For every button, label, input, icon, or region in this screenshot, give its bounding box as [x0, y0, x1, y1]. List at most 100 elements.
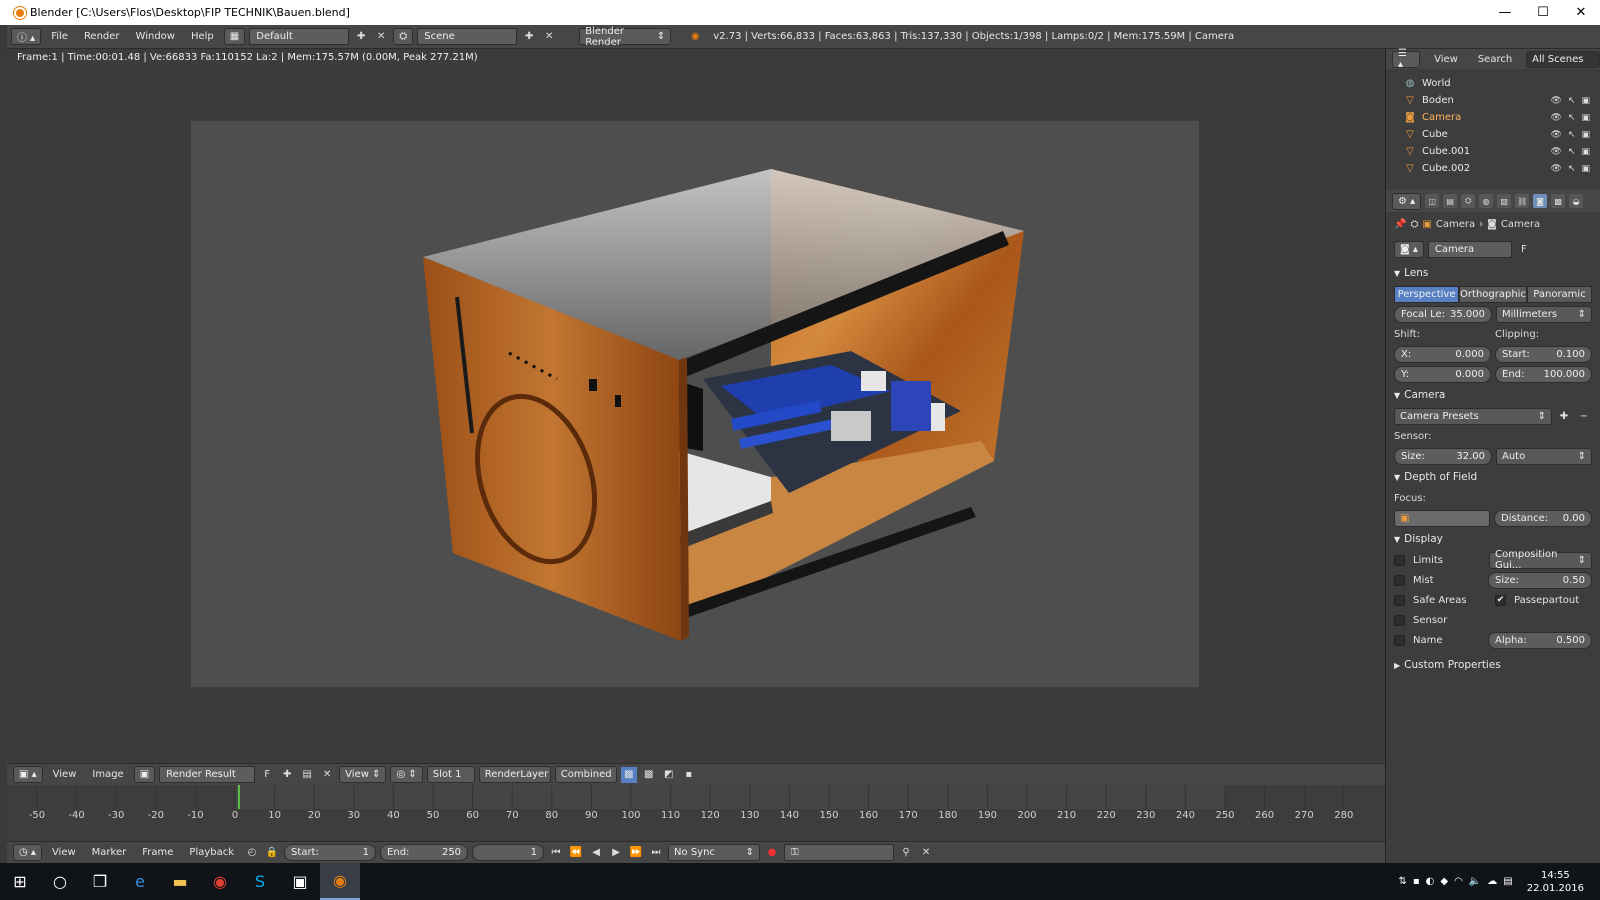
maximize-button[interactable]: ☐: [1524, 5, 1562, 20]
delete-keyframe-icon[interactable]: ✕: [918, 845, 934, 861]
safe-areas-checkbox[interactable]: Safe Areas: [1394, 594, 1491, 606]
fake-user-button[interactable]: F: [259, 767, 275, 783]
image-editor-area[interactable]: Frame:1 | Time:00:01.48 | Ve:66833 Fa:11…: [7, 49, 1385, 763]
add-scene-icon[interactable]: ✚: [521, 29, 537, 45]
render-icon[interactable]: ▣: [1581, 164, 1590, 174]
sensor-checkbox[interactable]: Sensor: [1394, 614, 1491, 626]
timeline-grid[interactable]: -50 -40 -30 -20 -10 0 10 20 30 40 50 60 70 80 90 100 110…: [7, 785, 1385, 825]
render-icon[interactable]: ▣: [1581, 96, 1590, 106]
insert-keyframe-icon[interactable]: ⚲: [898, 845, 914, 861]
outliner-item-cube001[interactable]: ▽ Cube.001 👁 ↖ ▣: [1386, 143, 1600, 160]
tray-steam-icon[interactable]: ◐: [1426, 876, 1435, 887]
eye-icon[interactable]: 👁: [1551, 113, 1562, 123]
name-checkbox[interactable]: Name: [1394, 634, 1484, 646]
lock-range-icon[interactable]: 🔒: [264, 845, 280, 861]
record-icon[interactable]: ●: [764, 845, 780, 861]
constraints-tab-icon[interactable]: ⛓: [1515, 194, 1530, 208]
outliner-item-camera[interactable]: ◙ Camera 👁 ↖ ▣: [1386, 109, 1600, 126]
render-engine-select[interactable]: Blender Render ⇕: [579, 26, 672, 48]
outliner-item-cube002[interactable]: ▽ Cube.002 👁 ↖ ▣: [1386, 160, 1600, 177]
cortana-search-icon[interactable]: ○: [40, 863, 80, 900]
shift-x-field[interactable]: X: 0.000: [1394, 345, 1491, 363]
screen-layout-field[interactable]: Default: [249, 28, 350, 45]
minimize-button[interactable]: —: [1486, 5, 1524, 20]
clip-start-field[interactable]: Start: 0.100: [1495, 345, 1592, 363]
orthographic-button[interactable]: Orthographic: [1459, 285, 1527, 303]
draw-rgb-icon[interactable]: ▩: [641, 767, 657, 783]
layers-tab-icon[interactable]: ▤: [1443, 194, 1458, 208]
shift-y-field[interactable]: Y: 0.000: [1394, 365, 1491, 383]
composition-guides-select[interactable]: Composition Gui... ⇕: [1489, 549, 1592, 571]
editor-type-outliner-icon[interactable]: ☰ ▴: [1392, 48, 1421, 70]
add-preset-icon[interactable]: ✚: [1556, 408, 1572, 424]
camera-presets-select[interactable]: Camera Presets ⇕: [1394, 407, 1552, 425]
editor-type-properties-icon[interactable]: ⚙ ▴: [1392, 192, 1422, 210]
open-image-icon[interactable]: ▤: [299, 767, 315, 783]
sync-select[interactable]: No Sync ⇕: [668, 844, 761, 861]
focal-length-field[interactable]: Focal Le: 35.000: [1394, 305, 1492, 323]
mist-checkbox[interactable]: Mist: [1394, 574, 1484, 586]
remove-preset-icon[interactable]: −: [1576, 408, 1592, 424]
menu-view[interactable]: View: [47, 769, 83, 780]
display-size-field[interactable]: Size: 0.50: [1488, 571, 1592, 589]
draw-alpha-icon[interactable]: ◩: [661, 767, 677, 783]
outliner-item-world[interactable]: ◍ World: [1386, 75, 1600, 92]
epic-launcher-icon[interactable]: ▣: [280, 863, 320, 900]
eye-icon[interactable]: 👁: [1551, 130, 1562, 140]
render-tab-icon[interactable]: ◫: [1425, 194, 1440, 208]
add-layout-icon[interactable]: ✚: [353, 29, 369, 45]
outliner-menu-view[interactable]: View: [1428, 54, 1464, 65]
cursor-icon[interactable]: ↖: [1568, 164, 1576, 174]
remove-layout-icon[interactable]: ✕: [373, 29, 389, 45]
sensor-fit-select[interactable]: Auto ⇕: [1496, 447, 1592, 465]
scene-field[interactable]: Scene: [417, 28, 518, 45]
custom-properties-header[interactable]: ▶ Custom Properties: [1386, 654, 1600, 676]
chrome-icon[interactable]: ◉: [200, 863, 240, 900]
renderlayer-select[interactable]: RenderLayer: [478, 766, 551, 783]
outliner-item-cube[interactable]: ▽ Cube 👁 ↖ ▣: [1386, 126, 1600, 143]
camera-data-tab-icon[interactable]: ◙: [1533, 194, 1548, 208]
cursor-icon[interactable]: ↖: [1568, 147, 1576, 157]
skype-icon[interactable]: S: [240, 863, 280, 900]
eye-icon[interactable]: 👁: [1551, 147, 1562, 157]
sensor-size-field[interactable]: Size: 32.00: [1394, 447, 1492, 465]
scene-tab-icon[interactable]: ⛭: [1461, 194, 1476, 208]
preview-range-icon[interactable]: ◴: [244, 845, 260, 861]
pin-icon[interactable]: 📌: [1394, 219, 1406, 230]
camera-section-header[interactable]: ▼ Camera: [1386, 384, 1600, 406]
outliner-filter-select[interactable]: All Scenes: [1526, 50, 1600, 68]
outliner-item-boden[interactable]: ▽ Boden 👁 ↖ ▣: [1386, 92, 1600, 109]
menu-render[interactable]: Render: [78, 31, 126, 42]
datablock-name-field[interactable]: Camera: [1427, 240, 1512, 258]
taskbar-clock[interactable]: 14:55 22.01.2016: [1519, 869, 1592, 895]
menu-frame[interactable]: Frame: [136, 847, 179, 858]
editor-type-info-icon[interactable]: ⓘ ▴: [11, 28, 42, 45]
jump-keyframe-forward-icon[interactable]: ⏩: [628, 845, 644, 861]
windows-start-icon[interactable]: ⊞: [0, 863, 40, 900]
render-icon[interactable]: ▣: [1581, 147, 1590, 157]
tray-onedrive-icon[interactable]: ☁: [1487, 876, 1497, 887]
scene-icon[interactable]: ⛭: [393, 28, 414, 45]
screen-layout-icon[interactable]: ▦: [223, 28, 246, 45]
remove-scene-icon[interactable]: ✕: [541, 29, 557, 45]
menu-help[interactable]: Help: [185, 31, 220, 42]
panoramic-button[interactable]: Panoramic: [1526, 285, 1593, 303]
datablock-fake-user[interactable]: F: [1516, 241, 1532, 257]
unlink-image-icon[interactable]: ✕: [319, 767, 335, 783]
object-tab-icon[interactable]: ▧: [1497, 194, 1512, 208]
blender-taskbar-icon[interactable]: ◉: [320, 863, 360, 900]
pass-select[interactable]: Combined: [554, 766, 617, 783]
current-frame-field[interactable]: 1: [472, 844, 545, 861]
timeline-area[interactable]: -50 -40 -30 -20 -10 0 10 20 30 40 50 60 70 80 90 100 110…: [7, 785, 1385, 841]
display-section-header[interactable]: ▼ Display: [1386, 528, 1600, 550]
eye-icon[interactable]: 👁: [1551, 164, 1562, 174]
cursor-icon[interactable]: ↖: [1568, 130, 1576, 140]
jump-keyframe-back-icon[interactable]: ⏪: [568, 845, 584, 861]
limits-checkbox[interactable]: Limits: [1394, 554, 1485, 566]
tray-volume-icon[interactable]: 🔈: [1469, 876, 1481, 887]
play-icon[interactable]: ▶: [608, 845, 624, 861]
editor-type-timeline-icon[interactable]: ◷ ▴: [13, 844, 42, 861]
jump-start-icon[interactable]: ⏮: [548, 845, 564, 861]
dof-section-header[interactable]: ▼ Depth of Field: [1386, 466, 1600, 488]
tray-app-icon[interactable]: ▪: [1413, 876, 1420, 887]
